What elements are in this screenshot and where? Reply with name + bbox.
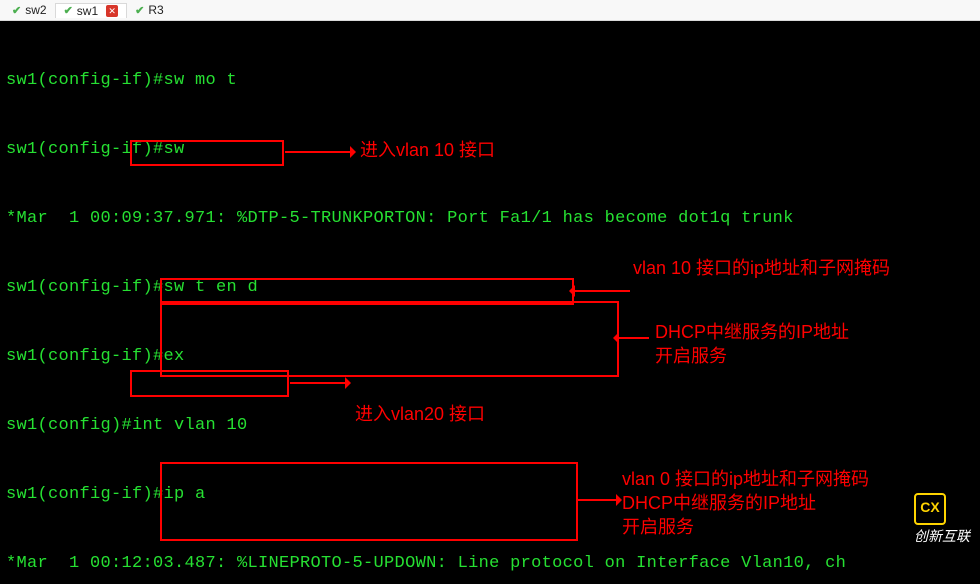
- terminal-output[interactable]: sw1(config-if)#sw mo t sw1(config-if)#sw…: [0, 21, 980, 584]
- annotation-arrow-icon: [575, 290, 630, 292]
- annotation-arrow-icon: [285, 151, 350, 153]
- annotation-text: 开启服务: [655, 345, 727, 368]
- tab-label: R3: [148, 3, 163, 17]
- tab-bar: ✔ sw2 ✔ sw1 ✕ ✔ R3: [0, 0, 980, 21]
- annotation-box: [160, 301, 619, 377]
- annotation-box: [130, 370, 289, 397]
- annotation-text: 进入vlan 10 接口: [360, 139, 495, 162]
- tab-r3[interactable]: ✔ R3: [127, 3, 172, 17]
- annotation-text: DHCP中继服务的IP地址: [655, 321, 849, 344]
- terminal-line: *Mar 1 00:12:03.487: %LINEPROTO-5-UPDOWN…: [6, 552, 974, 575]
- annotation-text: DHCP中继服务的IP地址: [622, 492, 816, 515]
- check-icon: ✔: [135, 4, 144, 17]
- close-icon[interactable]: ✕: [106, 5, 118, 17]
- annotation-arrow-icon: [290, 382, 345, 384]
- tab-label: sw2: [25, 3, 46, 17]
- tab-sw2[interactable]: ✔ sw2: [4, 3, 55, 17]
- annotation-text: vlan 0 接口的ip地址和子网掩码: [622, 468, 869, 491]
- annotation-arrow-icon: [578, 499, 616, 501]
- annotation-text: vlan 10 接口的ip地址和子网掩码: [633, 257, 890, 280]
- terminal-line: sw1(config)#int vlan 10: [6, 414, 974, 437]
- annotation-text: 进入vlan20 接口: [355, 403, 485, 426]
- watermark: CX 创新互联: [898, 470, 970, 571]
- check-icon: ✔: [64, 4, 73, 17]
- terminal-line: sw1(config-if)#sw mo t: [6, 69, 974, 92]
- annotation-box: [160, 462, 578, 541]
- tab-label: sw1: [77, 4, 98, 18]
- tab-sw1[interactable]: ✔ sw1 ✕: [55, 3, 128, 18]
- annotation-box: [130, 140, 284, 166]
- check-icon: ✔: [12, 4, 21, 17]
- watermark-text: 创新互联: [914, 528, 970, 544]
- terminal-line: *Mar 1 00:09:37.971: %DTP-5-TRUNKPORTON:…: [6, 207, 974, 230]
- annotation-arrow-icon: [619, 337, 649, 339]
- watermark-logo-icon: CX: [914, 493, 946, 525]
- annotation-text: 开启服务: [622, 516, 694, 539]
